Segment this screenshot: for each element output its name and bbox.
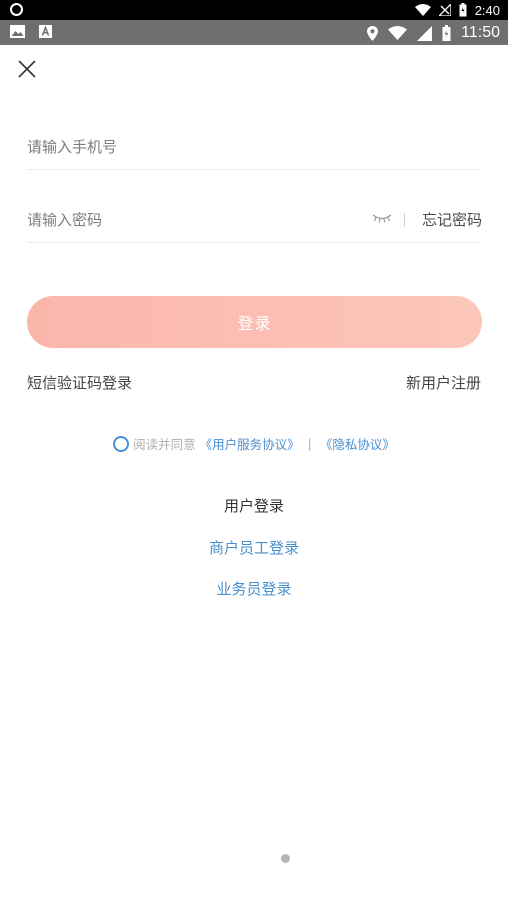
wifi-icon <box>414 4 431 16</box>
phone-placeholder: 请输入手机号 <box>27 138 118 156</box>
close-icon <box>18 60 36 78</box>
radio-unchecked-icon[interactable] <box>113 435 130 452</box>
vpn-icon <box>10 3 23 16</box>
close-button[interactable] <box>14 56 40 82</box>
user-login-option[interactable]: 用户登录 <box>0 495 508 516</box>
location-icon <box>367 25 379 41</box>
agreement-row: 阅读并同意 《用户服务协议》 | 《隐私协议》 <box>0 434 508 453</box>
phone-field[interactable]: 请输入手机号 <box>27 120 482 170</box>
status-time: 11:50 <box>461 24 500 41</box>
register-link[interactable]: 新用户注册 <box>406 372 481 393</box>
status-bar: 11:50 <box>0 20 508 45</box>
merchant-staff-login-option[interactable]: 商户员工登录 <box>0 537 508 558</box>
image-icon <box>10 25 25 38</box>
agreement-separator: | <box>307 436 312 451</box>
agreement-prefix: 阅读并同意 <box>133 437 196 452</box>
password-placeholder: 请输入密码 <box>27 211 103 229</box>
privacy-link[interactable]: 《隐私协议》 <box>320 434 395 453</box>
password-field[interactable]: 请输入密码 忘记密码 <box>27 193 482 243</box>
sms-login-link[interactable]: 短信验证码登录 <box>27 372 132 393</box>
salesperson-login-option[interactable]: 业务员登录 <box>0 578 508 599</box>
system-status-top: 2:40 <box>0 0 508 20</box>
field-divider <box>404 213 405 227</box>
wifi-icon <box>388 26 408 40</box>
status-time-top: 2:40 <box>474 2 500 18</box>
terms-link[interactable]: 《用户服务协议》 <box>200 434 300 453</box>
forgot-password-link[interactable]: 忘记密码 <box>422 209 482 230</box>
page-indicator-dot <box>281 854 290 863</box>
battery-icon <box>442 25 451 41</box>
battery-icon <box>459 3 467 17</box>
signal-icon <box>417 25 433 41</box>
login-button[interactable]: 登录 <box>27 296 482 348</box>
no-signal-icon <box>438 4 451 16</box>
font-a-icon <box>39 25 52 38</box>
eye-closed-icon[interactable] <box>372 211 392 225</box>
